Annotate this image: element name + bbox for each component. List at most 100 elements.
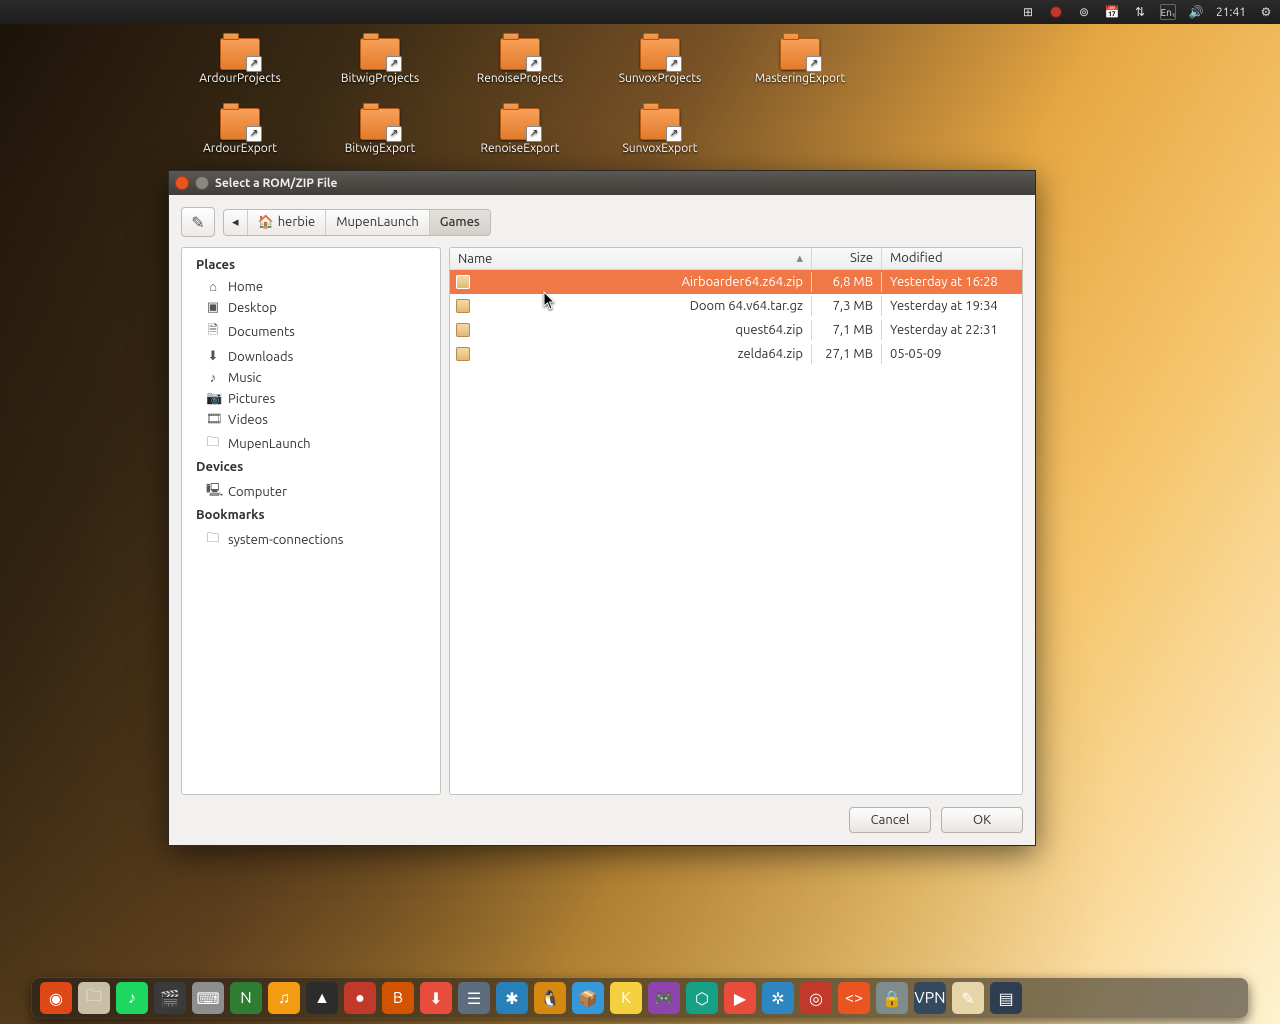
minimize-icon[interactable] (195, 176, 209, 190)
language-indicator[interactable]: En₁ (1160, 4, 1176, 20)
sidebar-item[interactable]: ⬇Downloads (188, 346, 434, 367)
sidebar-item[interactable]: 📷Pictures (188, 388, 434, 409)
desktop-folder[interactable]: ArdourExport (170, 108, 310, 178)
desktop-folder[interactable]: ArdourProjects (170, 38, 310, 108)
sidebar-item[interactable]: ▣Desktop (188, 297, 434, 318)
place-icon: 🖳 (206, 481, 220, 503)
gear-icon[interactable]: ⚙ (1258, 4, 1274, 20)
dock-app[interactable]: ♪ (116, 982, 148, 1014)
desktop-folder[interactable]: RenoiseProjects (450, 38, 590, 108)
desktop-folder-label: ArdourExport (203, 142, 277, 155)
file-row[interactable]: zelda64.zip27,1 MB05-05-09 (450, 342, 1022, 366)
place-icon: ♪ (206, 370, 220, 385)
breadcrumb-back[interactable]: ◂ (224, 210, 248, 235)
desktop-folder[interactable]: BitwigExport (310, 108, 450, 178)
wifi-icon[interactable]: ⊚ (1076, 4, 1092, 20)
breadcrumb-mupenlaunch[interactable]: MupenLaunch (326, 210, 430, 235)
dock-app[interactable]: 🐧 (534, 982, 566, 1014)
desktop-folder-label: SunvoxProjects (619, 72, 702, 85)
desktop-folder-label: RenoiseExport (481, 142, 560, 155)
breadcrumb-games[interactable]: Games (430, 210, 490, 235)
pencil-icon: ✎ (191, 213, 204, 232)
sidebar-item[interactable]: ♪ Music (188, 367, 434, 388)
place-icon: 📷 (206, 391, 220, 406)
desktop-folder[interactable]: SunvoxExport (590, 108, 730, 178)
volume-icon[interactable]: 🔊 (1188, 4, 1204, 20)
dock-app[interactable]: ☰ (458, 982, 490, 1014)
place-icon: 🎞 (206, 412, 220, 427)
dock-app[interactable]: ♫ (268, 982, 300, 1014)
column-headers: Name ▴ Size Modified (450, 248, 1022, 270)
dock-app[interactable]: VPN (914, 982, 946, 1014)
dock-app[interactable]: 🗀 (78, 982, 110, 1014)
column-size[interactable]: Size (812, 248, 882, 269)
dock-app[interactable]: ⬇ (420, 982, 452, 1014)
file-row[interactable]: Doom 64.v64.tar.gz7,3 MBYesterday at 19:… (450, 294, 1022, 318)
sidebar-item[interactable]: 🗀MupenLaunch (188, 430, 434, 458)
sidebar-item[interactable]: ⌂Home (188, 276, 434, 297)
desktop-icons: ArdourProjects BitwigProjects RenoiseProje… (170, 38, 870, 178)
place-icon: ⬇ (206, 349, 220, 364)
close-icon[interactable] (175, 176, 189, 190)
dock-app[interactable]: ⌨ (192, 982, 224, 1014)
dock-app[interactable]: ◎ (800, 982, 832, 1014)
dock-app[interactable]: ▶ (724, 982, 756, 1014)
desktop-folder[interactable]: RenoiseExport (450, 108, 590, 178)
file-name: Airboarder64.z64.zip (681, 275, 803, 289)
file-list: Name ▴ Size Modified Airboarder64.z64.zi… (449, 247, 1023, 795)
sidebar-item[interactable]: 🖳 Computer (188, 478, 434, 506)
file-row[interactable]: quest64.zip7,1 MBYesterday at 22:31 (450, 318, 1022, 342)
column-name[interactable]: Name ▴ (450, 248, 812, 269)
dock-app[interactable]: <> (838, 982, 870, 1014)
dock-app[interactable]: ▤ (990, 982, 1022, 1014)
record-icon[interactable] (1048, 4, 1064, 20)
sidebar-item-label: Desktop (228, 301, 277, 315)
file-name: zelda64.zip (738, 347, 803, 361)
desktop-folder-label: BitwigProjects (341, 72, 419, 85)
folder-icon (360, 108, 400, 140)
desktop-folder[interactable]: SunvoxProjects (590, 38, 730, 108)
file-row[interactable]: Airboarder64.z64.zip6,8 MBYesterday at 1… (450, 270, 1022, 294)
dock-app[interactable]: 🎬 (154, 982, 186, 1014)
sidebar-item-label: Computer (228, 485, 287, 499)
folder-icon (500, 38, 540, 70)
sidebar-item[interactable]: 🗀system-connections (188, 526, 434, 554)
desktop-folder-label: ArdourProjects (199, 72, 281, 85)
dock-app[interactable]: ✎ (952, 982, 984, 1014)
breadcrumb: ◂ 🏠 herbie MupenLaunch Games (223, 209, 491, 236)
dock-app[interactable]: K (610, 982, 642, 1014)
dock-app[interactable]: ◉ (40, 982, 72, 1014)
place-icon: 🗀 (206, 433, 220, 455)
file-modified: Yesterday at 16:28 (882, 272, 1022, 292)
places-sidebar: Places ⌂Home▣Desktop🗎Documents⬇Downloads… (181, 247, 441, 795)
ok-button[interactable]: OK (941, 807, 1023, 833)
dock-app[interactable]: 📦 (572, 982, 604, 1014)
file-size: 7,1 MB (812, 320, 882, 340)
breadcrumb-herbie[interactable]: 🏠 herbie (248, 210, 327, 235)
desktop-folder[interactable]: BitwigProjects (310, 38, 450, 108)
dock-app[interactable]: ✱ (496, 982, 528, 1014)
desktop-folder[interactable]: MasteringExport (730, 38, 870, 108)
dock-app[interactable]: 🔒 (876, 982, 908, 1014)
sort-asc-icon: ▴ (796, 251, 803, 266)
cancel-button[interactable]: Cancel (849, 807, 931, 833)
titlebar[interactable]: Select a ROM/ZIP File (169, 171, 1035, 195)
sidebar-item-label: Music (228, 371, 262, 385)
sidebar-item[interactable]: 🎞Videos (188, 409, 434, 430)
dock-app[interactable]: ● (344, 982, 376, 1014)
network-icon[interactable]: ⇅ (1132, 4, 1148, 20)
clock[interactable]: 21:41 (1216, 6, 1246, 19)
dock-app[interactable]: ✲ (762, 982, 794, 1014)
desktop-folder-label: RenoiseProjects (477, 72, 563, 85)
windows-icon[interactable]: ⊞ (1020, 4, 1036, 20)
calendar-icon[interactable]: 📅 (1104, 4, 1120, 20)
column-modified[interactable]: Modified (882, 248, 1022, 269)
dock-app[interactable]: B (382, 982, 414, 1014)
edit-path-button[interactable]: ✎ (181, 207, 215, 237)
sidebar-item[interactable]: 🗎Documents (188, 318, 434, 346)
dock-app[interactable]: N (230, 982, 262, 1014)
dock-app[interactable]: ▲ (306, 982, 338, 1014)
dock-app[interactable]: ⬡ (686, 982, 718, 1014)
file-modified: Yesterday at 19:34 (882, 296, 1022, 316)
dock-app[interactable]: 🎮 (648, 982, 680, 1014)
